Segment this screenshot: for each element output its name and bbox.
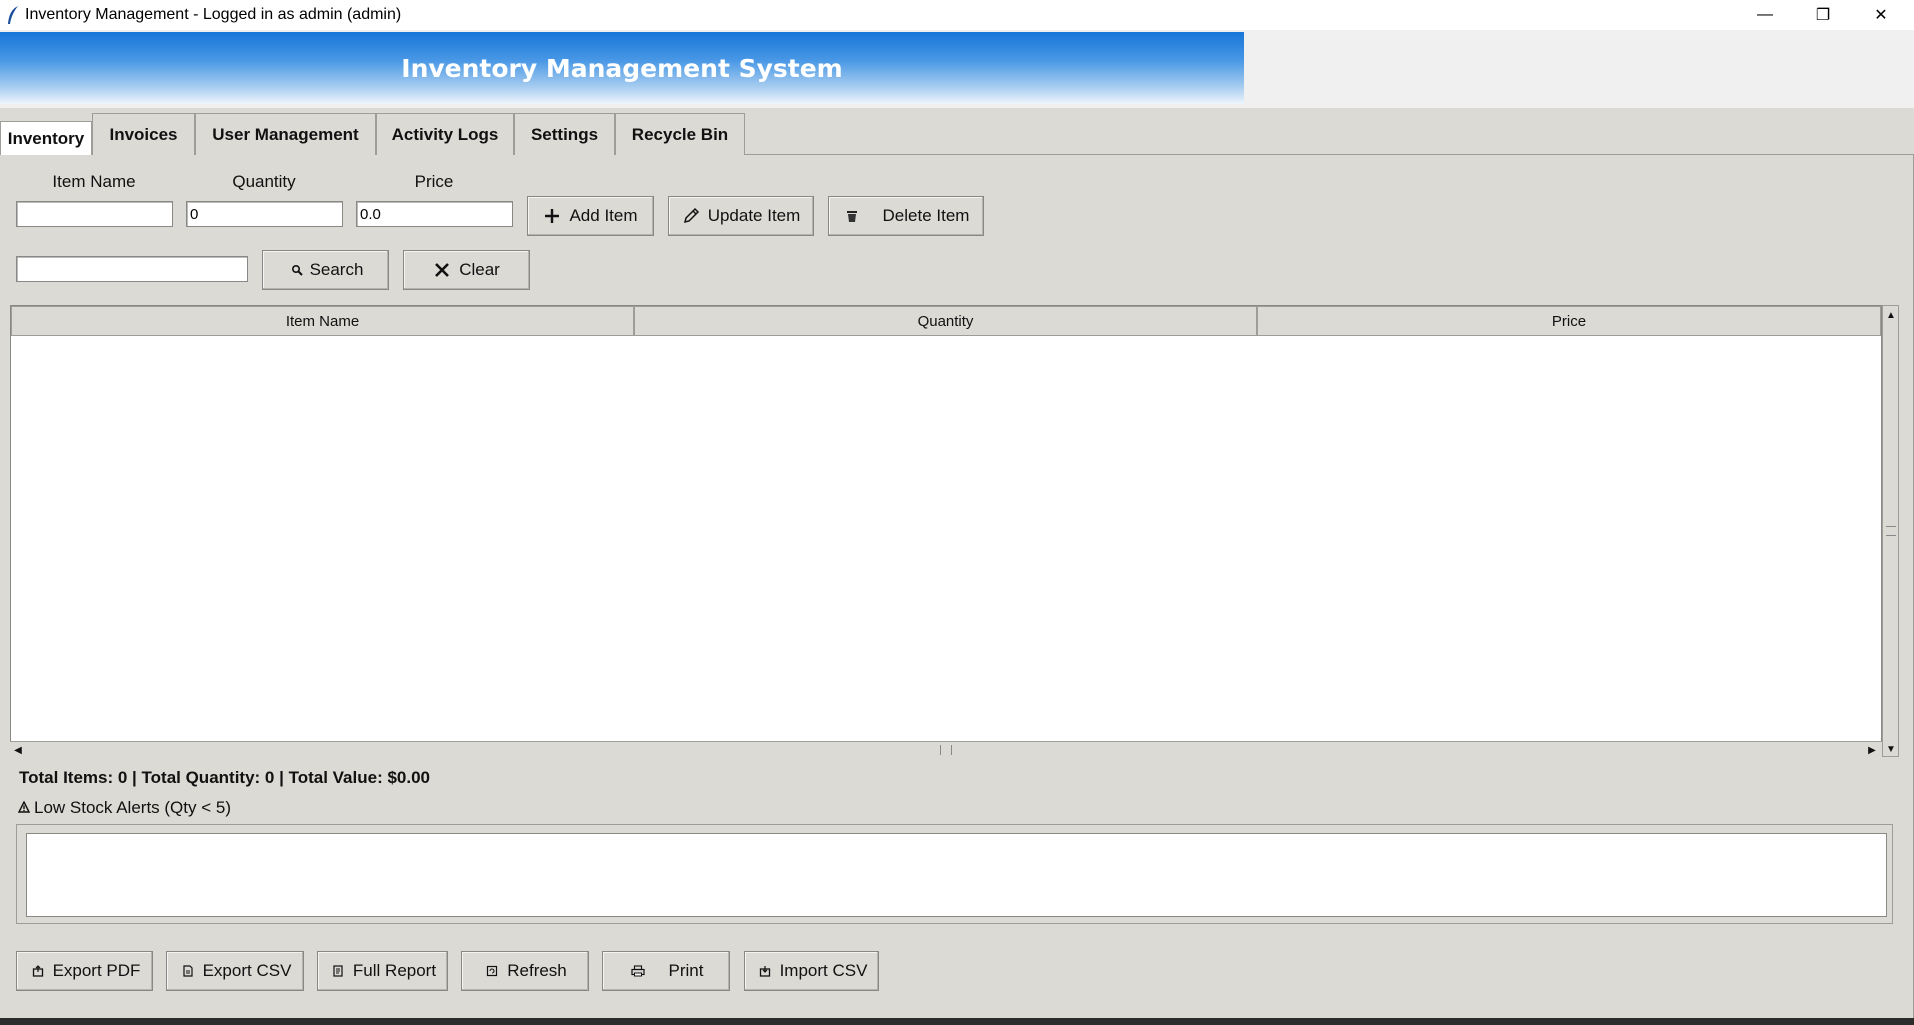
search-input[interactable] <box>16 256 248 282</box>
print-button[interactable]: Print <box>602 951 730 991</box>
import-csv-button[interactable]: Import CSV <box>744 951 879 991</box>
refresh-label: Refresh <box>507 961 567 980</box>
price-input[interactable] <box>356 201 513 227</box>
tab-label: Settings <box>530 124 599 144</box>
low-stock-alerts-heading: Low Stock Alerts (Qty < 5) <box>17 798 231 818</box>
item-name-input[interactable] <box>16 201 173 227</box>
clear-label: Clear <box>459 260 500 279</box>
close-x-icon <box>433 261 451 279</box>
quantity-label: Quantity <box>232 172 296 191</box>
pencil-icon <box>682 207 700 225</box>
scroll-left-icon[interactable]: ◀ <box>11 743 25 757</box>
quantity-input[interactable] <box>186 201 343 227</box>
tab-user-management[interactable]: User Management <box>195 113 376 155</box>
tab-activity-logs[interactable]: Activity Logs <box>376 113 514 155</box>
magnifier-icon <box>288 261 306 279</box>
tab-label: User Management <box>212 124 359 144</box>
column-header-quantity[interactable]: Quantity <box>634 306 1257 336</box>
tab-inventory[interactable]: Inventory <box>0 121 92 155</box>
export-pdf-label: Export PDF <box>52 961 141 980</box>
export-pdf-icon <box>29 962 47 980</box>
tab-label: Activity Logs <box>391 124 499 144</box>
full-report-button[interactable]: Full Report <box>317 951 448 991</box>
close-button[interactable]: ✕ <box>1852 0 1910 30</box>
scroll-right-icon[interactable]: ▶ <box>1865 743 1879 757</box>
scroll-h-grip-icon[interactable] <box>940 745 952 755</box>
maximize-button[interactable]: ❐ <box>1794 0 1852 30</box>
tab-settings[interactable]: Settings <box>514 113 615 155</box>
item-name-label: Item Name <box>52 172 136 191</box>
report-icon <box>329 962 347 980</box>
import-csv-label: Import CSV <box>779 961 868 980</box>
warning-icon <box>17 798 31 818</box>
document-icon <box>179 962 197 980</box>
import-icon <box>756 962 774 980</box>
clear-button[interactable]: Clear <box>403 250 530 290</box>
tab-label: Inventory <box>7 128 85 148</box>
search-button[interactable]: Search <box>262 250 389 290</box>
update-item-button[interactable]: Update Item <box>668 196 814 236</box>
refresh-button[interactable]: Refresh <box>461 951 589 991</box>
add-item-label: Add Item <box>569 206 638 225</box>
column-header-item-name[interactable]: Item Name <box>11 306 634 336</box>
window-bottom-edge <box>0 1018 1914 1025</box>
minimize-button[interactable]: — <box>1736 0 1794 30</box>
export-csv-button[interactable]: Export CSV <box>166 951 304 991</box>
scroll-grip-icon[interactable] <box>1886 526 1896 536</box>
feather-icon <box>2 4 24 26</box>
export-pdf-button[interactable]: Export PDF <box>16 951 153 991</box>
price-label: Price <box>414 172 454 191</box>
app-banner-title: Inventory Management System <box>401 53 843 83</box>
tab-invoices[interactable]: Invoices <box>92 113 195 155</box>
tab-label: Invoices <box>109 124 178 144</box>
window-title: Inventory Management - Logged in as admi… <box>25 6 402 23</box>
search-label: Search <box>309 260 364 279</box>
full-report-label: Full Report <box>352 961 437 980</box>
app-banner: Inventory Management System <box>0 32 1244 104</box>
inventory-table[interactable]: Item Name Quantity Price <box>10 305 1882 757</box>
scroll-down-icon[interactable]: ▼ <box>1884 742 1898 756</box>
tab-label: Recycle Bin <box>631 124 729 144</box>
column-header-price[interactable]: Price <box>1257 306 1881 336</box>
delete-item-label: Delete Item <box>882 206 970 225</box>
low-stock-alerts-list[interactable] <box>26 833 1887 917</box>
add-item-button[interactable]: Add Item <box>527 196 654 236</box>
table-header: Item Name Quantity Price <box>11 306 1881 336</box>
table-vertical-scrollbar[interactable]: ▲ ▼ <box>1882 305 1899 757</box>
update-item-label: Update Item <box>707 206 801 225</box>
delete-item-button[interactable]: Delete Item <box>828 196 984 236</box>
trash-icon <box>843 207 861 225</box>
scroll-up-icon[interactable]: ▲ <box>1884 308 1898 322</box>
export-csv-label: Export CSV <box>202 961 292 980</box>
window-titlebar: Inventory Management - Logged in as admi… <box>0 0 1914 30</box>
table-horizontal-scrollbar[interactable]: ◀ ▶ <box>10 741 1882 757</box>
inventory-summary: Total Items: 0 | Total Quantity: 0 | Tot… <box>19 768 430 787</box>
low-stock-alerts-label: Low Stock Alerts (Qty < 5) <box>34 798 231 817</box>
plus-icon <box>543 207 561 225</box>
refresh-icon <box>483 962 501 980</box>
printer-icon <box>629 962 647 980</box>
print-label: Print <box>668 961 704 980</box>
tab-recycle-bin[interactable]: Recycle Bin <box>615 113 745 155</box>
